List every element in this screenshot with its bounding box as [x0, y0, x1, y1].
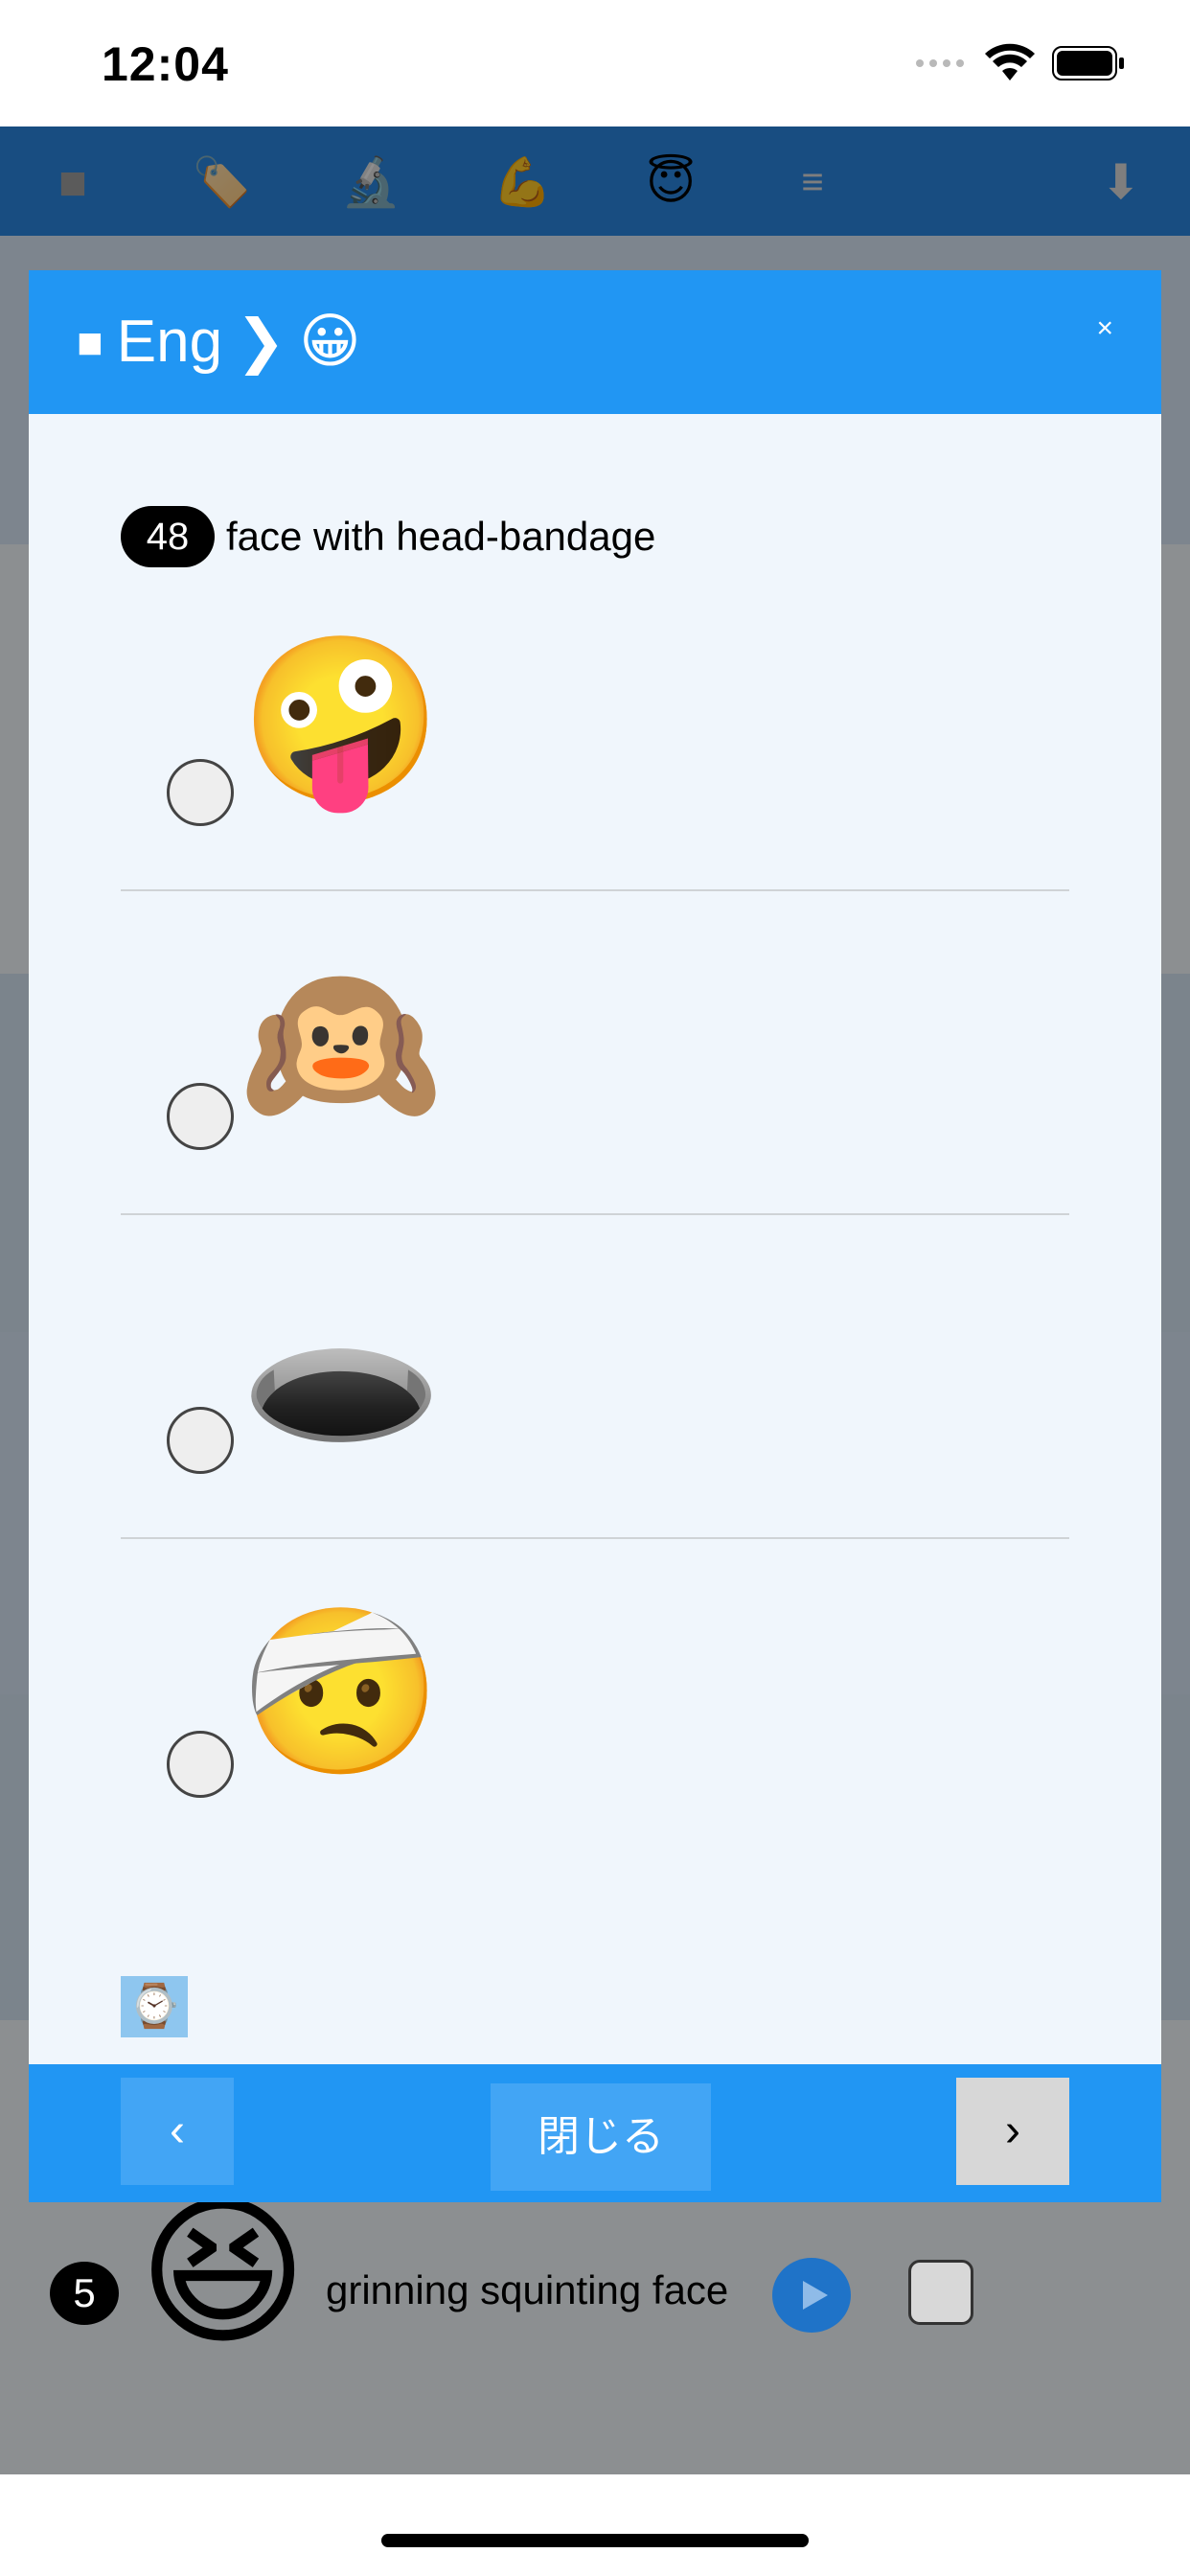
- watch-icon[interactable]: ⌚: [121, 1976, 188, 2037]
- radio-button[interactable]: [167, 1731, 234, 1798]
- question: 48 face with head-bandage: [121, 506, 655, 567]
- close-button[interactable]: 閉じる: [491, 2083, 711, 2191]
- question-number-badge: 48: [121, 506, 215, 567]
- modal-footer: ‹ 閉じる ›: [29, 2064, 1161, 2202]
- previous-button[interactable]: ‹: [121, 2078, 234, 2185]
- modal-title-text: Eng: [116, 309, 223, 375]
- divider: [121, 889, 1069, 891]
- home-indicator-area: [0, 2474, 1190, 2576]
- radio-button[interactable]: [167, 1083, 234, 1150]
- stop-square-icon: ■: [77, 317, 103, 367]
- row-label: grinning squinting face: [326, 2267, 729, 2312]
- row-number-badge: 5: [50, 2262, 119, 2325]
- divider: [121, 1537, 1069, 1539]
- answer-option[interactable]: 🤕: [29, 1593, 1161, 1917]
- play-button[interactable]: [772, 2258, 851, 2333]
- divider: [121, 1213, 1069, 1215]
- option-emoji[interactable]: 🤪: [240, 625, 443, 816]
- row-emoji: 😆: [138, 2182, 309, 2364]
- status-time: 12:04: [102, 37, 229, 91]
- home-indicator[interactable]: [381, 2534, 809, 2547]
- status-bar: 12:04: [0, 0, 1190, 126]
- battery-icon: [1052, 46, 1124, 80]
- title-emoji: 😀: [299, 309, 361, 375]
- answer-option[interactable]: 🙉: [29, 945, 1161, 1269]
- radio-button[interactable]: [167, 759, 234, 826]
- next-button[interactable]: ›: [956, 2078, 1069, 2185]
- answer-option[interactable]: 🕳️: [29, 1269, 1161, 1593]
- option-emoji[interactable]: 🙉: [240, 949, 443, 1140]
- option-emoji[interactable]: 🕳️: [240, 1273, 443, 1464]
- modal-header: ■ Eng ❯ 😀 ×: [29, 270, 1161, 414]
- answer-option[interactable]: 🤪: [29, 621, 1161, 945]
- modal-title: ■ Eng ❯ 😀: [77, 309, 361, 376]
- quiz-modal: ■ Eng ❯ 😀 × 48 face with head-bandage 🤪 …: [29, 270, 1161, 2202]
- close-icon[interactable]: ×: [1096, 312, 1113, 345]
- option-emoji[interactable]: 🤕: [240, 1597, 443, 1788]
- row-checkbox[interactable]: [908, 2260, 973, 2325]
- question-text: face with head-bandage: [226, 514, 656, 559]
- chevron-right-icon: ❯: [236, 309, 286, 375]
- radio-button[interactable]: [167, 1407, 234, 1474]
- wifi-icon: [985, 43, 1035, 80]
- cellular-signal-icon: [916, 59, 964, 67]
